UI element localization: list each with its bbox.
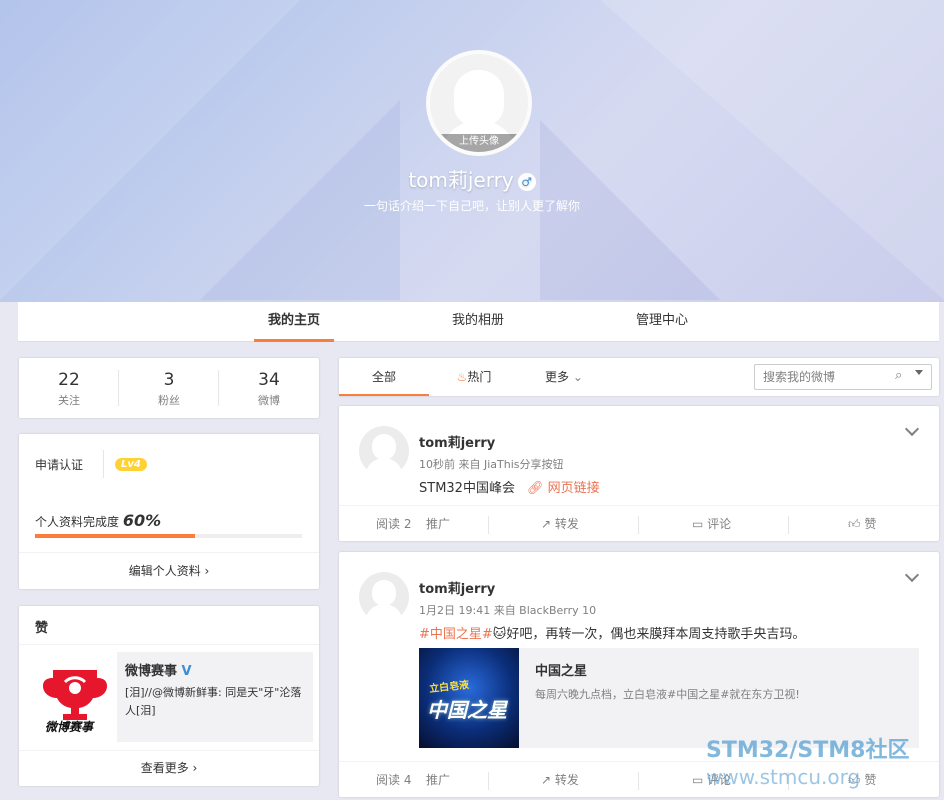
level-badge[interactable]: Lv4 (115, 458, 147, 471)
post-avatar[interactable] (359, 426, 409, 476)
post-menu-chevron-icon[interactable] (904, 567, 920, 583)
completeness-progress (35, 534, 302, 538)
stats-card: 22 关注 3 粉丝 34 微博 (19, 358, 319, 418)
link-icon: 🔗︎ (526, 481, 544, 496)
promote-button[interactable]: 推广 (426, 506, 450, 542)
stat-following[interactable]: 22 关注 (19, 370, 119, 408)
emoji-icon: 🐱︎ (492, 627, 507, 642)
link-card-title: 中国之星 (535, 664, 588, 679)
stat-number: 34 (258, 370, 280, 390)
repost-label: 转发 (554, 517, 579, 531)
profile-name-text: tom莉jerry (408, 168, 514, 192)
weibo-event-logo[interactable]: 微博赛事 (35, 658, 115, 738)
completeness-label: 个人资料完成度 (35, 515, 120, 529)
post-web-link-label: 网页链接 (547, 481, 600, 496)
stat-number: 3 (163, 370, 175, 390)
profile-intro[interactable]: 一句话介绍一下自己吧，让别人更了解你 (0, 197, 944, 214)
profile-nav: 我的主页 我的相册 管理中心 (18, 302, 939, 342)
post-web-link[interactable]: 🔗︎ 网页链接 (527, 481, 600, 496)
site-watermark: STM32/STM8社区 www.stmcu.org (706, 738, 909, 790)
feed-tab-hot-label: 热门 (467, 370, 492, 384)
feed-tabs: 全部 ♨热门 更多 ⌄ 搜索我的微博 ⌕ (339, 358, 939, 396)
tab-my-home[interactable]: 我的主页 (254, 302, 334, 342)
stat-label: 粉丝 (158, 394, 180, 407)
stat-number: 22 (58, 370, 80, 390)
chevron-down-icon: ⌄ (572, 370, 583, 384)
post-author[interactable]: tom莉jerry (419, 578, 495, 597)
stat-label: 微博 (258, 394, 280, 407)
upload-avatar-label[interactable]: 上传头像 (430, 134, 528, 152)
like-label: 赞 (864, 517, 877, 531)
post-meta: 1月2日 19:41 来自 BlackBerry 10 (419, 604, 597, 617)
promote-button[interactable]: 推广 (426, 762, 450, 798)
post-card: tom莉jerry 10秒前 来自 JiaThis分享按钮 STM32中国峰会 🔗… (339, 406, 939, 541)
watermark-line2: www.stmcu.org (706, 765, 861, 789)
link-card-desc: 每周六晚九点档，立白皂液#中国之星#就在东方卫视! (535, 688, 800, 701)
china-star-thumbnail: 立白皂液 中国之星 (419, 648, 519, 748)
feed-tab-more-label: 更多 (545, 370, 570, 384)
post-meta: 10秒前 来自 JiaThis分享按钮 (419, 458, 564, 471)
read-count: 阅读 2 (376, 517, 412, 531)
repost-label: 转发 (554, 773, 579, 787)
search-icon[interactable]: ⌕ (895, 368, 902, 383)
liked-account-name[interactable]: 微博赛事 (125, 664, 177, 679)
completeness-value: 60% (122, 511, 162, 530)
post-menu-chevron-icon[interactable] (904, 421, 920, 437)
watermark-line1: STM32/STM8社区 (706, 738, 910, 763)
hashtag-link[interactable]: #中国之星# (419, 627, 493, 642)
flame-icon: ♨ (456, 370, 468, 384)
logo-text: 微博赛事 (45, 720, 94, 734)
profile-info-card: 申请认证 Lv4 个人资料完成度 60% 编辑个人资料 › (19, 434, 319, 589)
search-weibo-input[interactable]: 搜索我的微博 (754, 364, 932, 390)
comment-icon: ▭ (692, 517, 704, 531)
repost-button[interactable]: ↗︎ 转发 (541, 506, 579, 542)
tab-my-album[interactable]: 我的相册 (438, 302, 518, 342)
profile-avatar[interactable]: 上传头像 (426, 50, 532, 156)
post-avatar[interactable] (359, 572, 409, 622)
edit-profile-link[interactable]: 编辑个人资料 › (19, 552, 319, 589)
post-text: 好吧，再转一次，偶也来膜拜本周支持歌手央吉玛。 (506, 627, 806, 642)
comment-label: 评论 (707, 517, 732, 531)
stat-fans[interactable]: 3 粉丝 (119, 370, 219, 408)
repost-icon: ↗︎ (541, 517, 552, 531)
read-count: 阅读 4 (376, 773, 412, 787)
comment-button[interactable]: ▭ 评论 (692, 506, 731, 542)
see-more-link[interactable]: 查看更多 › (19, 750, 319, 786)
like-card: 赞 微博赛事 微博赛事 V [泪]//@微博新鲜事: 同是天"牙"沦落人[泪] … (19, 606, 319, 786)
comment-icon: ▭ (692, 773, 704, 787)
tab-manage-center[interactable]: 管理中心 (622, 302, 702, 342)
apply-verify-link[interactable]: 申请认证 (35, 456, 83, 473)
search-dropdown-icon[interactable] (915, 370, 923, 375)
profile-name: tom莉jerry ♂ (0, 164, 944, 193)
feed-tab-hot[interactable]: ♨热门 (429, 358, 519, 396)
repost-icon: ↗︎ (541, 773, 552, 787)
like-card-title: 赞 (35, 621, 49, 636)
thumbs-up-icon: 👍︎ (848, 517, 861, 531)
liked-post-text: [泪]//@微博新鲜事: 同是天"牙"沦落人[泪] (125, 686, 302, 717)
stat-weibo[interactable]: 34 微博 (219, 370, 319, 408)
repost-button[interactable]: ↗︎ 转发 (541, 762, 579, 798)
male-icon: ♂ (517, 172, 536, 191)
feed-tab-all[interactable]: 全部 (339, 358, 429, 396)
feed-tab-more[interactable]: 更多 ⌄ (519, 358, 609, 396)
profile-banner: 上传头像 tom莉jerry ♂ 一句话介绍一下自己吧，让别人更了解你 (0, 0, 944, 302)
thumb-title: 中国之星 (427, 698, 507, 722)
stat-label: 关注 (58, 394, 80, 407)
post-link-card[interactable]: 立白皂液 中国之星 中国之星 每周六晚九点档，立白皂液#中国之星#就在东方卫视! (419, 648, 919, 748)
thumb-brand: 立白皂液 (428, 679, 470, 696)
post-actions: 阅读 2 推广 ↗︎ 转发 ▭ 评论 👍︎ 赞 (339, 505, 939, 541)
like-button[interactable]: 👍︎ 赞 (848, 506, 876, 542)
post-text: STM32中国峰会 (419, 481, 515, 496)
verified-icon: V (181, 664, 192, 679)
post-author[interactable]: tom莉jerry (419, 432, 495, 451)
